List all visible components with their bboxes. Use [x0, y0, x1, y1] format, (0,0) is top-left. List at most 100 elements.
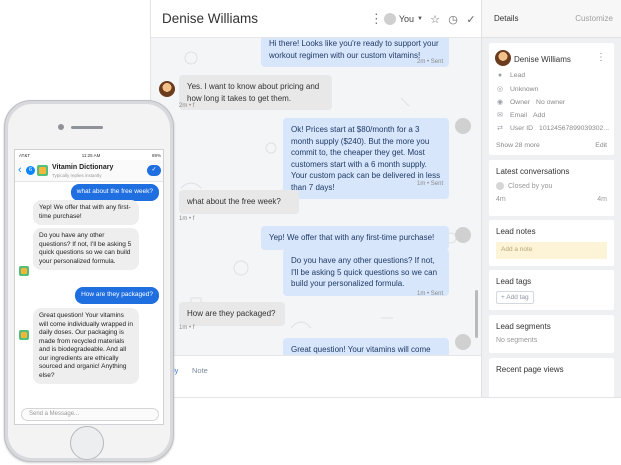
recent-page-views-card: Recent page views — [489, 358, 614, 397]
assignee-avatar — [383, 13, 396, 25]
message-meta: 1m • Sent — [417, 291, 444, 297]
lead-tags-card: Lead tags + Add tag — [489, 270, 614, 310]
customize-link[interactable]: Customize — [575, 14, 613, 23]
check-icon[interactable]: ✓ — [147, 165, 161, 176]
back-chevron-icon[interactable]: ‹ — [18, 165, 22, 176]
latest-conversations-card: Latest conversations Closed by you 4m 4m — [489, 160, 614, 216]
conversation-status: Closed by you — [508, 183, 553, 190]
location-icon: ◎ — [496, 86, 504, 93]
bot-avatar — [19, 330, 29, 340]
messenger-header: ‹ 6 Vitamin Dictionary Typically replies… — [15, 160, 163, 182]
add-note-input[interactable]: Add a note — [496, 242, 607, 259]
conversation-item[interactable]: Closed by you 4m 4m — [496, 182, 607, 210]
app-logo-icon — [37, 165, 48, 176]
unread-count-badge: 6 — [26, 166, 35, 175]
message-outgoing: Great question! Your vitamins will come … — [283, 338, 449, 355]
agent-avatar — [455, 334, 471, 350]
message-outgoing: Yep! We offer that with any first-time p… — [261, 226, 449, 250]
lead-notes-card: Lead notes Add a note — [489, 220, 614, 266]
status-time: 11:25 AM — [81, 152, 101, 158]
sidebar-header: Details Customize — [482, 0, 621, 38]
conversation-time: 4m — [496, 196, 506, 203]
battery-label: 89% — [151, 152, 161, 158]
conversation-avatar — [496, 182, 504, 190]
check-icon[interactable]: ✓ — [465, 13, 477, 26]
chevron-down-icon: ▼ — [417, 16, 423, 22]
message-meta: 1m • Sent — [417, 181, 444, 187]
user-id-value: 10124567899039302... — [539, 124, 609, 132]
contact-avatar — [159, 81, 175, 97]
message-meta: 1m • f — [179, 216, 195, 222]
lead-location-row: ◎ Unknown — [496, 85, 539, 94]
show-more-link[interactable]: Show 28 more — [496, 142, 540, 149]
lead-name: Denise Williams — [514, 55, 571, 64]
carrier-label: AT&T — [19, 152, 31, 158]
lead-tags-title: Lead tags — [496, 277, 532, 286]
phone-message-user: How are they packaged? — [75, 287, 159, 304]
phone-message-bot: Great question! Your vitamins will come … — [33, 308, 139, 384]
user-id-icon: ⇄ — [497, 125, 503, 132]
lead-segments-value: No segments — [496, 337, 538, 344]
clock-icon[interactable]: ◷ — [447, 13, 459, 26]
desktop-conversation-window: Denise Williams ⋮ You ▼ ☆ ◷ ✓ Hi there! … — [150, 0, 621, 398]
lead-type-row: ● Lead — [496, 72, 525, 79]
lead-email-row[interactable]: ✉ Email Add — [496, 111, 546, 120]
email-label: Email — [510, 111, 527, 119]
conversation-header: Denise Williams ⋮ You ▼ ☆ ◷ ✓ — [151, 0, 481, 38]
message-meta: 1m • f — [179, 325, 195, 331]
owner-value: No owner — [536, 98, 566, 106]
owner-icon: ◉ — [496, 99, 504, 106]
lead-userid-row: ⇄ User ID 10124567899039302... — [496, 124, 609, 133]
edit-link[interactable]: Edit — [595, 142, 607, 149]
recent-page-views-title: Recent page views — [496, 365, 564, 374]
details-sidebar: Details Customize Denise Williams ⋮ ● Lea… — [481, 0, 621, 397]
phone-message-user: what about the free week? — [70, 184, 159, 201]
composer[interactable]: ly Note — [151, 355, 481, 397]
person-icon: ● — [497, 72, 503, 79]
lead-notes-title: Lead notes — [496, 227, 536, 236]
lead-owner-row[interactable]: ◉ Owner No owner — [496, 98, 566, 107]
owner-label: Owner — [510, 98, 531, 106]
lead-segments-title: Lead segments — [496, 322, 551, 331]
lead-location: Unknown — [510, 85, 539, 93]
app-name: Vitamin Dictionary — [52, 164, 114, 171]
agent-avatar — [455, 118, 471, 134]
message-incoming: Yes. I want to know about pricing and ho… — [179, 75, 332, 110]
lead-segments-card: Lead segments No segments — [489, 315, 614, 353]
lead-card: Denise Williams ⋮ ● Lead ◎ Unknown ◉ Owner N… — [489, 43, 614, 155]
message-incoming: what about the free week? — [179, 190, 299, 214]
sidebar-title: Details — [494, 14, 519, 23]
tab-note[interactable]: Note — [192, 366, 208, 375]
contact-name: Denise Williams — [162, 11, 259, 26]
header-actions: ⋮ You ▼ ☆ ◷ ✓ — [370, 11, 477, 27]
phone-message-bot: Yep! We offer that with any first-time p… — [33, 200, 139, 225]
email-value: Add — [533, 111, 546, 119]
phone-status-bar: AT&T 11:25 AM 89% — [15, 150, 163, 160]
conversation-time-right: 4m — [597, 196, 607, 203]
phone-message-input[interactable]: Send a Message... — [21, 408, 159, 421]
assignee-dropdown[interactable]: You ▼ — [383, 13, 423, 25]
lead-avatar — [495, 50, 511, 66]
message-thread[interactable]: Hi there! Looks like you're ready to sup… — [151, 38, 481, 355]
user-id-label: User ID — [510, 124, 534, 132]
assignee-label: You — [398, 14, 415, 24]
kebab-icon[interactable]: ⋮ — [596, 52, 606, 63]
home-button[interactable] — [70, 426, 104, 460]
email-icon: ✉ — [497, 112, 503, 119]
message-meta: 2m • Sent — [417, 59, 444, 65]
add-tag-button[interactable]: + Add tag — [496, 291, 534, 304]
agent-avatar — [455, 227, 471, 243]
iphone-mockup: AT&T 11:25 AM 89% ‹ 6 Vitamin Dictionary… — [4, 100, 174, 462]
message-incoming: How are they packaged? — [179, 302, 285, 326]
thread-scrollbar[interactable] — [475, 290, 478, 338]
kebab-icon[interactable]: ⋮ — [370, 11, 383, 27]
app-subtitle: Typically replies instantly — [52, 173, 102, 178]
bot-avatar — [19, 266, 29, 276]
earpiece-speaker — [71, 126, 103, 129]
phone-message-bot: Do you have any other questions? If not,… — [33, 228, 139, 270]
front-camera — [58, 124, 64, 130]
star-icon[interactable]: ☆ — [429, 13, 441, 26]
lead-type: Lead — [510, 72, 526, 79]
message-outgoing: Do you have any other questions? If not,… — [283, 249, 449, 296]
latest-conversations-title: Latest conversations — [496, 167, 570, 176]
